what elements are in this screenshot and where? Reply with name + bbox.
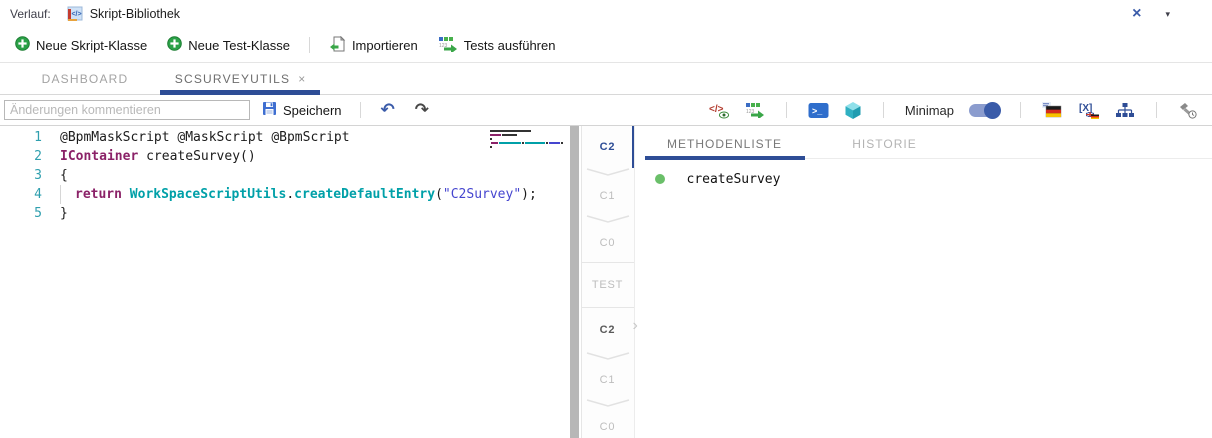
editor-toolbar: Speichern ↶ ↷ </> 123 >_: [0, 95, 1212, 126]
cube-icon[interactable]: [844, 101, 862, 120]
tab-scsurveyutils-label: SCSURVEYUTILS: [175, 72, 290, 86]
save-label: Speichern: [283, 103, 342, 118]
import-button[interactable]: Importieren: [322, 32, 425, 58]
german-flag-icon[interactable]: [1042, 102, 1063, 119]
line-content: }: [42, 204, 68, 223]
tab-methodenliste-label: METHODENLISTE: [667, 137, 782, 151]
svg-text:>_: >_: [812, 106, 823, 116]
main-area: 1@BpmMaskScript @MaskScript @BpmScript2I…: [0, 126, 1212, 438]
code-line: 4return WorkSpaceScriptUtils.createDefau…: [0, 185, 568, 204]
toolbar-separator: [309, 37, 310, 53]
chevron-down-icon: [582, 399, 634, 408]
history-label: Verlauf:: [10, 7, 51, 21]
panel-tabbar-fill: [965, 129, 1212, 159]
line-content: @BpmMaskScript @MaskScript @BpmScript: [42, 128, 350, 147]
tab-close-icon[interactable]: ×: [298, 72, 305, 86]
tab-scsurveyutils[interactable]: SCSURVEYUTILS ×: [160, 63, 320, 94]
tab-methodenliste[interactable]: METHODENLISTE: [645, 129, 805, 159]
hierarchy-icon[interactable]: [1115, 102, 1135, 118]
panel-expand-icon[interactable]: ›: [633, 318, 638, 334]
side-tab-c0[interactable]: C0: [582, 408, 634, 438]
panel-tabbar: METHODENLISTE HISTORIE: [645, 129, 1212, 159]
side-tab-c1[interactable]: C1: [582, 361, 634, 399]
line-number: 4: [0, 185, 42, 204]
import-label: Importieren: [352, 38, 418, 53]
method-status-dot: [655, 174, 665, 184]
code-line: 2IContainer createSurvey(): [0, 147, 568, 166]
history-item[interactable]: Skript-Bibliothek: [90, 7, 180, 21]
save-button[interactable]: Speichern: [258, 101, 346, 119]
toolbar-separator: [786, 102, 787, 118]
method-list: createSurvey: [645, 159, 1212, 193]
side-tab-c2[interactable]: C2: [582, 308, 634, 352]
new-script-class-label: Neue Skript-Klasse: [36, 38, 147, 53]
translation-icon[interactable]: [X]: [1078, 102, 1100, 119]
script-library-book-icon: </>: [67, 6, 83, 22]
right-panel: › METHODENLISTE HISTORIE createSurvey: [635, 126, 1212, 438]
dropdown-caret-icon[interactable]: ▾: [1165, 9, 1170, 20]
line-number: 2: [0, 147, 42, 166]
code-line: 5}: [0, 204, 568, 223]
editor-toolbar-right: </> 123 >_: [709, 101, 1204, 120]
add-icon: [167, 36, 182, 54]
chevron-down-icon: [582, 215, 634, 224]
new-test-class-label: Neue Test-Klasse: [188, 38, 290, 53]
save-floppy-icon: [262, 101, 277, 119]
run-tests-label: Tests ausführen: [464, 38, 556, 53]
close-icon[interactable]: ×: [1132, 5, 1141, 23]
undo-icon[interactable]: ↶: [375, 102, 401, 119]
tab-historie-label: HISTORIE: [852, 137, 916, 151]
import-icon: [329, 36, 346, 55]
toolbar-separator: [360, 102, 361, 118]
test-sequence-icon[interactable]: 123: [745, 102, 765, 118]
run-tests-button[interactable]: 123 Tests ausführen: [431, 32, 563, 58]
method-name: createSurvey: [687, 172, 781, 187]
minimap[interactable]: [490, 130, 560, 150]
code-editor[interactable]: 1@BpmMaskScript @MaskScript @BpmScript2I…: [0, 126, 568, 438]
code-lines: 1@BpmMaskScript @MaskScript @BpmScript2I…: [0, 128, 568, 223]
chevron-down-icon: [582, 168, 634, 177]
tab-dashboard[interactable]: DASHBOARD: [10, 63, 160, 94]
code-preview-icon[interactable]: </>: [709, 102, 730, 119]
side-tab-c2[interactable]: C2: [582, 126, 634, 168]
side-tab-strip: C2C1C0TESTC2C1C0: [581, 126, 635, 438]
code-line: 3{: [0, 166, 568, 185]
line-content: return WorkSpaceScriptUtils.createDefaul…: [42, 185, 537, 204]
history-bar: Verlauf: </> Skript-Bibliothek × ▾: [0, 0, 1212, 28]
line-content: IContainer createSurvey(): [42, 147, 256, 166]
tab-dashboard-label: DASHBOARD: [42, 72, 129, 86]
comment-input[interactable]: [4, 100, 250, 120]
toolbar-separator: [1020, 102, 1021, 118]
line-number: 3: [0, 166, 42, 185]
run-tests-icon: 123: [438, 36, 458, 55]
redo-icon[interactable]: ↷: [409, 102, 435, 119]
line-number: 1: [0, 128, 42, 147]
terminal-icon[interactable]: >_: [808, 102, 829, 119]
line-content: {: [42, 166, 68, 185]
command-toolbar: Neue Skript-Klasse Neue Test-Klasse Impo…: [0, 28, 1212, 62]
minimap-label: Minimap: [905, 103, 954, 118]
line-number: 5: [0, 204, 42, 223]
svg-text:</>: </>: [71, 11, 81, 18]
code-line: 1@BpmMaskScript @MaskScript @BpmScript: [0, 128, 568, 147]
minimap-toggle[interactable]: [969, 104, 999, 117]
add-icon: [15, 36, 30, 54]
side-tab-c0[interactable]: C0: [582, 224, 634, 262]
document-tabbar: DASHBOARD SCSURVEYUTILS ×: [0, 62, 1212, 95]
toolbar-separator: [1156, 102, 1157, 118]
tab-historie[interactable]: HISTORIE: [805, 129, 965, 159]
toolbar-separator: [883, 102, 884, 118]
side-tab-c1[interactable]: C1: [582, 177, 634, 215]
method-list-item[interactable]: createSurvey: [645, 165, 1212, 193]
side-tab-test[interactable]: TEST: [582, 263, 634, 307]
minimap-toggle-knob: [984, 102, 1001, 119]
editor-scrollbar[interactable]: [570, 126, 579, 438]
chevron-down-icon: [582, 352, 634, 361]
new-test-class-button[interactable]: Neue Test-Klasse: [160, 32, 297, 58]
new-script-class-button[interactable]: Neue Skript-Klasse: [8, 32, 154, 58]
build-schedule-icon[interactable]: [1178, 102, 1198, 119]
